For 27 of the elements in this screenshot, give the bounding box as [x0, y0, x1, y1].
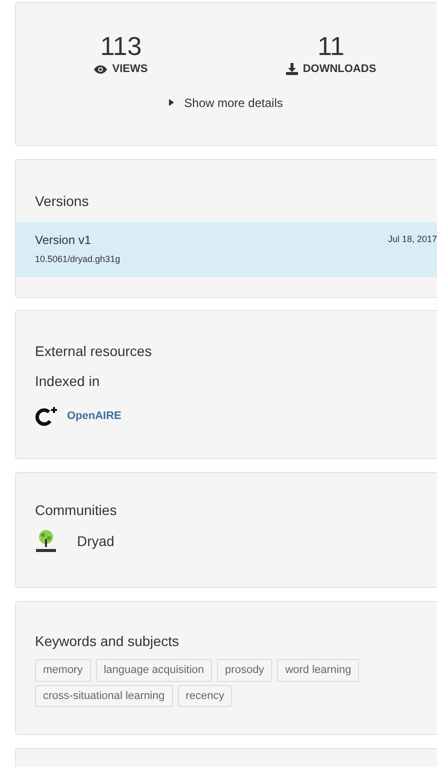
keyword-tag[interactable]: recency	[178, 684, 232, 707]
doi-text: 10.5061/dryad.gh31g	[35, 253, 122, 266]
version-date: Jul 18, 2017	[388, 233, 437, 246]
section-title: External resources	[35, 342, 153, 361]
keyword-tag[interactable]: cross-situational learning	[35, 684, 173, 707]
stat-count: 11	[318, 33, 344, 59]
openaire-link[interactable]: OpenAIRE	[67, 408, 122, 424]
download-icon	[286, 63, 298, 76]
tree-logo-icon	[35, 529, 57, 553]
keyword-tag[interactable]: memory	[35, 659, 91, 682]
caret-icon	[169, 99, 174, 106]
section-subtitle: Indexed in	[35, 372, 101, 391]
stat-count: 113	[100, 33, 142, 59]
section-title: Keywords and subjects	[35, 632, 180, 651]
stat-label: DOWNLOADS	[302, 62, 376, 77]
section-title: Communities	[35, 501, 118, 520]
keyword-tag[interactable]: word learning	[277, 659, 360, 682]
openaire-logo-icon	[35, 406, 59, 426]
section-title: Versions	[35, 192, 90, 211]
community-name[interactable]: Dryad	[77, 530, 114, 552]
show-details-toggle[interactable]: Show more details	[169, 94, 283, 112]
keyword-tag[interactable]: prosody	[217, 659, 272, 682]
stat-label: VIEWS	[112, 62, 148, 77]
version-item[interactable]: Version v1 Jul 18, 2017 10.5061/dryad.gh31g	[16, 222, 437, 277]
version-name: Version v1	[35, 232, 92, 249]
keyword-tag[interactable]: language acquisition	[96, 659, 212, 682]
eye-icon	[94, 64, 108, 74]
